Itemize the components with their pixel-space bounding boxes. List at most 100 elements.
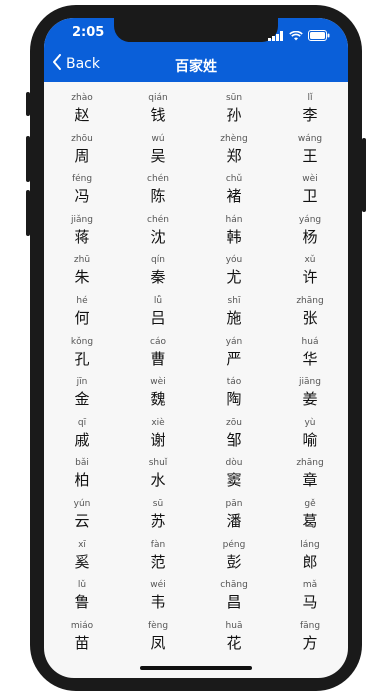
surname-item[interactable]: pān 潘 bbox=[196, 498, 272, 539]
status-time: 2:05 bbox=[72, 25, 105, 40]
surname-character: 戚 bbox=[74, 430, 90, 449]
surname-item[interactable]: xǔ 许 bbox=[272, 254, 348, 295]
surname-character: 何 bbox=[74, 308, 90, 327]
surname-character: 杨 bbox=[302, 227, 318, 246]
surname-pinyin: zhāng bbox=[296, 458, 324, 469]
surname-pinyin: wáng bbox=[297, 133, 323, 144]
surname-pinyin: féng bbox=[71, 174, 93, 185]
surname-item[interactable]: zhū 朱 bbox=[44, 254, 120, 295]
surname-item[interactable]: yù 喻 bbox=[272, 417, 348, 458]
surname-character: 钱 bbox=[150, 106, 166, 124]
surname-item[interactable]: yán 严 bbox=[196, 336, 272, 377]
surname-item[interactable]: sū 苏 bbox=[120, 498, 196, 539]
surname-item[interactable]: chén 陈 bbox=[120, 173, 196, 214]
surname-character: 韦 bbox=[150, 593, 166, 612]
surname-pinyin: wú bbox=[151, 133, 165, 144]
surname-item[interactable]: xiè 谢 bbox=[120, 417, 196, 458]
surname-item[interactable]: zhāng 张 bbox=[272, 295, 348, 336]
surname-item[interactable]: qián 钱 bbox=[120, 92, 196, 133]
surname-character: 褚 bbox=[226, 187, 242, 206]
surname-character: 赵 bbox=[74, 106, 90, 124]
surname-item[interactable]: fàn 范 bbox=[120, 539, 196, 580]
surname-item[interactable]: zhèng 郑 bbox=[196, 133, 272, 174]
surname-pinyin: pān bbox=[225, 498, 243, 509]
surname-item[interactable]: yún 云 bbox=[44, 498, 120, 539]
surname-item[interactable]: wèi 卫 bbox=[272, 173, 348, 214]
surname-item[interactable]: hán 韩 bbox=[196, 214, 272, 255]
surname-item[interactable]: zhāng 章 bbox=[272, 457, 348, 498]
wifi-icon bbox=[289, 26, 303, 45]
surname-item[interactable]: wèi 魏 bbox=[120, 376, 196, 417]
surname-character: 孙 bbox=[226, 106, 242, 124]
surname-item[interactable]: lǐ 李 bbox=[272, 92, 348, 133]
surname-item[interactable]: jīn 金 bbox=[44, 376, 120, 417]
surname-item[interactable]: shī 施 bbox=[196, 295, 272, 336]
surname-item[interactable]: hé 何 bbox=[44, 295, 120, 336]
surname-item[interactable]: zōu 邹 bbox=[196, 417, 272, 458]
surname-item[interactable]: jiǎng 蒋 bbox=[44, 214, 120, 255]
surname-pinyin: qín bbox=[151, 255, 165, 266]
surname-item[interactable]: fèng 凤 bbox=[120, 620, 196, 661]
surname-pinyin: péng bbox=[222, 539, 246, 550]
surname-pinyin: zhèng bbox=[220, 133, 248, 144]
surname-item[interactable]: dòu 窦 bbox=[196, 457, 272, 498]
surname-item[interactable]: qī 戚 bbox=[44, 417, 120, 458]
surname-item[interactable]: zhào 赵 bbox=[44, 92, 120, 133]
surname-item[interactable]: gě 葛 bbox=[272, 498, 348, 539]
surname-pinyin: sūn bbox=[225, 93, 243, 103]
surname-character: 苏 bbox=[150, 511, 166, 530]
surname-item[interactable]: láng 郎 bbox=[272, 539, 348, 580]
surname-pinyin: hé bbox=[76, 295, 88, 306]
surname-item[interactable]: qín 秦 bbox=[120, 254, 196, 295]
surname-item[interactable]: huā 花 bbox=[196, 620, 272, 661]
surname-item[interactable]: kǒng 孔 bbox=[44, 336, 120, 377]
surname-item[interactable]: shuǐ 水 bbox=[120, 457, 196, 498]
surname-item[interactable]: mǎ 马 bbox=[272, 579, 348, 620]
surname-pinyin: xī bbox=[78, 539, 86, 550]
surname-item[interactable]: bǎi 柏 bbox=[44, 457, 120, 498]
volume-down-button bbox=[26, 190, 30, 236]
surname-character: 朱 bbox=[74, 268, 90, 287]
surname-item[interactable]: yáng 杨 bbox=[272, 214, 348, 255]
surname-character: 陈 bbox=[150, 187, 166, 206]
home-indicator[interactable] bbox=[140, 666, 252, 670]
surname-item[interactable]: sūn 孙 bbox=[196, 92, 272, 133]
surname-item[interactable]: féng 冯 bbox=[44, 173, 120, 214]
surname-character: 王 bbox=[302, 146, 318, 165]
surname-item[interactable]: zhōu 周 bbox=[44, 133, 120, 174]
surname-item[interactable]: huá 华 bbox=[272, 336, 348, 377]
surname-item[interactable]: fāng 方 bbox=[272, 620, 348, 661]
surname-item[interactable]: yóu 尤 bbox=[196, 254, 272, 295]
surname-item[interactable]: chǔ 褚 bbox=[196, 173, 272, 214]
surname-item[interactable]: péng 彭 bbox=[196, 539, 272, 580]
surname-item[interactable]: xī 奚 bbox=[44, 539, 120, 580]
surname-item[interactable]: lǔ 鲁 bbox=[44, 579, 120, 620]
surname-item[interactable]: lǚ 吕 bbox=[120, 295, 196, 336]
surname-character: 花 bbox=[226, 633, 242, 652]
surname-item[interactable]: wú 吴 bbox=[120, 133, 196, 174]
surname-pinyin: chén bbox=[147, 214, 169, 225]
surname-character: 奚 bbox=[74, 552, 90, 571]
surname-pinyin: qī bbox=[77, 417, 87, 428]
surname-character: 蒋 bbox=[74, 227, 90, 246]
surname-pinyin: fèng bbox=[147, 620, 169, 631]
status-icons bbox=[268, 26, 330, 45]
surname-pinyin: jiǎng bbox=[71, 214, 93, 225]
phone-screen: 2:05 Back 百家姓 zhào 赵 qián 钱 sūn 孙 lǐ 李 z… bbox=[44, 18, 348, 678]
surname-item[interactable]: cáo 曹 bbox=[120, 336, 196, 377]
surname-item[interactable]: miáo 苗 bbox=[44, 620, 120, 661]
surname-pinyin: zhāng bbox=[296, 295, 324, 306]
surname-pinyin: chǔ bbox=[225, 174, 243, 185]
surname-pinyin: zōu bbox=[226, 417, 242, 428]
surname-item[interactable]: chāng 昌 bbox=[196, 579, 272, 620]
surname-item[interactable]: táo 陶 bbox=[196, 376, 272, 417]
surname-item[interactable]: wéi 韦 bbox=[120, 579, 196, 620]
surname-item[interactable]: chén 沈 bbox=[120, 214, 196, 255]
surname-item[interactable]: wáng 王 bbox=[272, 133, 348, 174]
surname-character: 曹 bbox=[150, 349, 166, 368]
surname-character: 吕 bbox=[150, 308, 166, 327]
surname-character: 葛 bbox=[302, 511, 318, 530]
surname-item[interactable]: jiāng 姜 bbox=[272, 376, 348, 417]
surname-character: 秦 bbox=[150, 268, 166, 287]
surname-character: 冯 bbox=[74, 187, 90, 206]
